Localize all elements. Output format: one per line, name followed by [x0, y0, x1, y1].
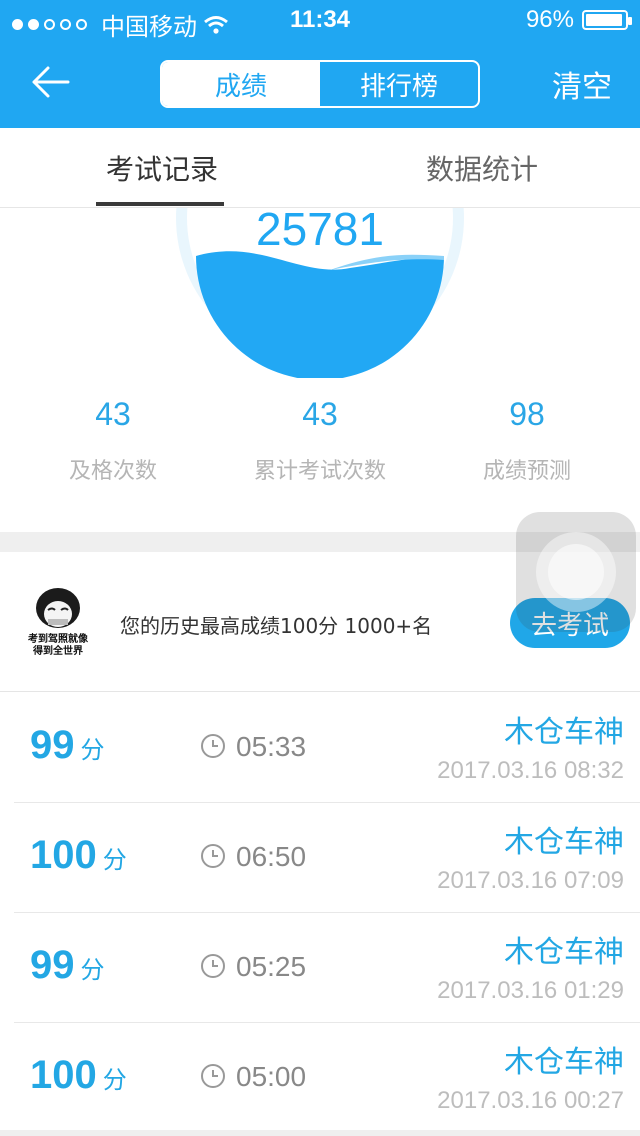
- nav-bar: 成绩 排行榜 清空: [0, 40, 640, 128]
- stat-value: 98: [509, 396, 545, 432]
- best-score-text: 您的历史最高成绩100分 1000+名: [120, 614, 433, 638]
- tab-data-stats[interactable]: 数据统计: [426, 148, 538, 188]
- total-score: 25781: [256, 208, 384, 255]
- clock-icon: [201, 1064, 225, 1088]
- segment-scores[interactable]: 成绩: [162, 62, 320, 106]
- tab-exam-records[interactable]: 考试记录: [106, 148, 218, 188]
- top-bar: 中国移动 11:34 96% 成绩 排行榜 清空: [0, 0, 640, 128]
- record-duration: 05:33: [236, 731, 307, 762]
- stat-label: 累计考试次数: [253, 459, 386, 484]
- list-item[interactable]: 99 分 05:33 木仓车神 2017.03.16 08:32: [14, 693, 640, 803]
- record-duration: 05:25: [236, 951, 307, 982]
- bottom-edge: [0, 1130, 640, 1136]
- record-score: 100 分: [30, 1053, 127, 1097]
- tab-bar: 考试记录 数据统计: [0, 128, 640, 208]
- avatar-caption-line2: 得到全世界: [32, 644, 83, 657]
- stat-label: 及格次数: [68, 459, 157, 484]
- meme-face-icon: 考到驾照就像 得到全世界: [28, 588, 89, 657]
- record-date: 2017.03.16 00:27: [437, 1087, 624, 1114]
- list-item[interactable]: 99 分 05:25 木仓车神 2017.03.16 01:29: [14, 913, 640, 1023]
- stat-value: 43: [95, 396, 131, 432]
- stat-total-exams: 43 累计考试次数: [215, 396, 425, 485]
- list-item[interactable]: 100 分 05:00 木仓车神 2017.03.16 00:27: [14, 1023, 640, 1133]
- record-score: 99 分: [30, 943, 105, 987]
- avatar-caption-line1: 考到驾照就像: [28, 632, 89, 645]
- clear-button[interactable]: 清空: [552, 62, 612, 106]
- avatar: 考到驾照就像 得到全世界: [22, 582, 94, 658]
- record-duration: 06:50: [236, 841, 307, 872]
- record-user: 木仓车神: [504, 1045, 624, 1080]
- stat-label: 成绩预测: [482, 459, 571, 484]
- status-right: 96%: [525, 6, 632, 34]
- list-item[interactable]: 100 分 06:50 木仓车神 2017.03.16 07:09: [14, 803, 640, 913]
- record-score: 99 分: [30, 723, 105, 767]
- back-arrow-icon[interactable]: [28, 60, 72, 104]
- record-user: 木仓车神: [504, 935, 624, 970]
- wave-shape: [196, 251, 444, 378]
- stat-pass-count: 43 及格次数: [8, 396, 218, 485]
- records-list: 99 分 05:33 木仓车神 2017.03.16 08:32 100 分 06:…: [0, 693, 640, 1133]
- record-date: 2017.03.16 08:32: [437, 757, 624, 784]
- stat-value: 43: [302, 396, 338, 432]
- battery-percent: 96%: [525, 6, 574, 33]
- assistive-touch-button[interactable]: [516, 512, 636, 632]
- segment-ranking[interactable]: 排行榜: [320, 62, 478, 106]
- clock-icon: [201, 734, 225, 758]
- clock-icon: [201, 844, 225, 868]
- record-score: 100 分: [30, 833, 127, 877]
- tab-active-indicator: [96, 202, 224, 206]
- stat-prediction: 98 成绩预测: [422, 396, 632, 485]
- clock-icon: [201, 954, 225, 978]
- stats-row: 43 及格次数 43 累计考试次数 98 成绩预测: [0, 396, 640, 516]
- record-user: 木仓车神: [504, 825, 624, 860]
- segmented-control: 成绩 排行榜: [160, 60, 480, 108]
- record-date: 2017.03.16 01:29: [437, 977, 624, 1004]
- record-user: 木仓车神: [504, 715, 624, 750]
- score-gauge: 25781: [0, 208, 640, 378]
- record-date: 2017.03.16 07:09: [437, 867, 624, 894]
- battery-icon: [582, 10, 632, 30]
- status-bar: 中国移动 11:34 96%: [0, 0, 640, 41]
- record-duration: 05:00: [236, 1061, 307, 1092]
